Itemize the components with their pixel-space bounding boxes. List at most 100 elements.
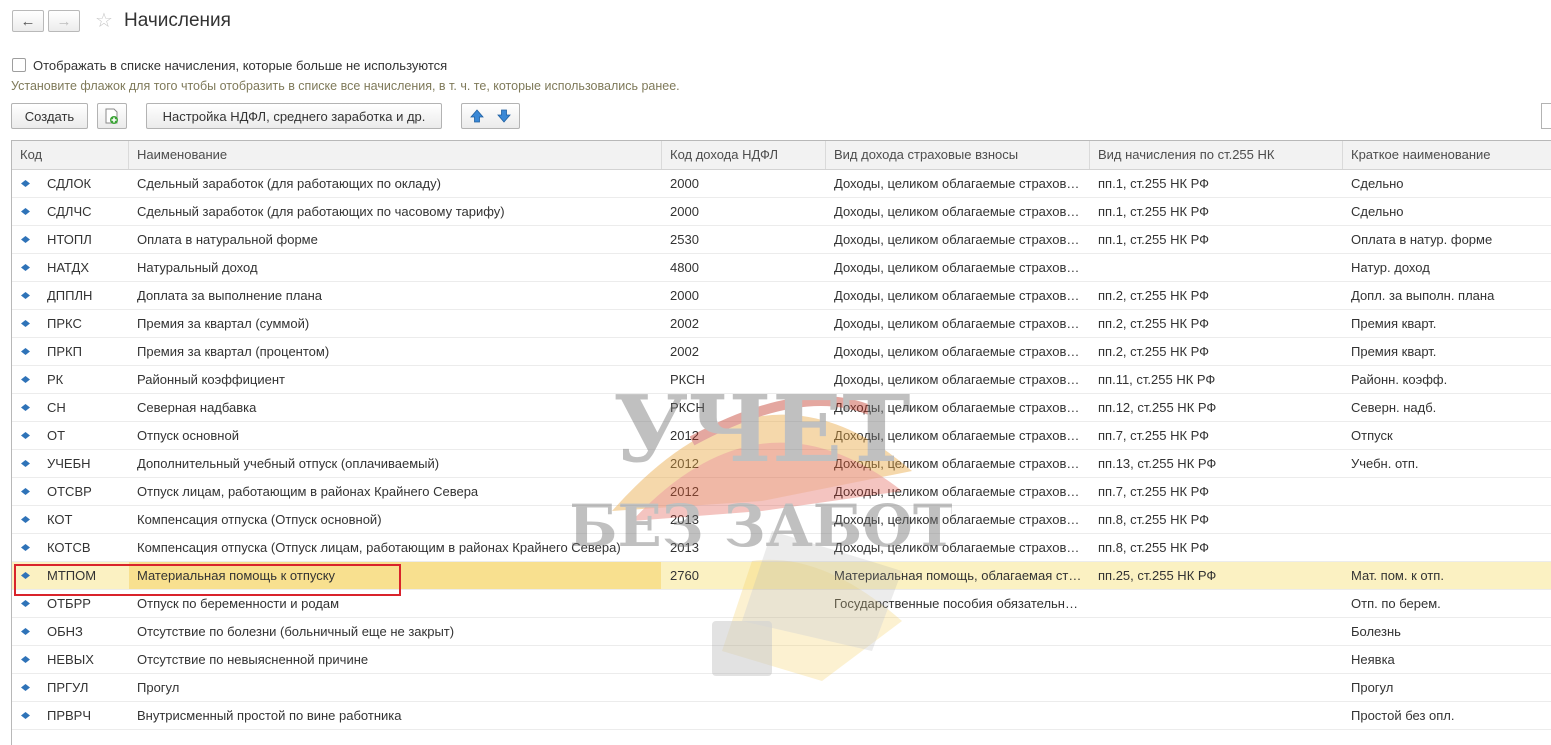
column-header-code[interactable]: Код bbox=[12, 141, 129, 169]
insurance-type-cell: Доходы, целиком облагаемые страховыми вз… bbox=[834, 372, 1090, 387]
column-header-ndfl-code[interactable]: Код дохода НДФЛ bbox=[662, 141, 826, 169]
code-cell: СДЛОК bbox=[47, 176, 92, 191]
short-name-cell: Оплата в натур. форме bbox=[1351, 232, 1493, 247]
row-marker-icon bbox=[21, 684, 30, 691]
row-marker-icon bbox=[21, 628, 30, 635]
move-down-button[interactable] bbox=[492, 106, 518, 126]
name-cell: Оплата в натуральной форме bbox=[137, 232, 318, 247]
table-row[interactable]: МТПОМ Материальная помощь к отпуску 2760 Ма… bbox=[12, 562, 1551, 590]
ndfl-code-cell: 2012 bbox=[670, 484, 699, 499]
row-marker-icon bbox=[21, 292, 30, 299]
article-255-cell bbox=[1090, 646, 1343, 673]
table-row[interactable]: ОТБРР Отпуск по беременности и родам Госуд… bbox=[12, 590, 1551, 618]
short-name-cell: Болезнь bbox=[1351, 624, 1401, 639]
name-cell: Отпуск лицам, работающим в районах Крайн… bbox=[137, 484, 479, 499]
row-marker-icon bbox=[21, 600, 30, 607]
code-cell: МТПОМ bbox=[47, 568, 97, 583]
name-cell: Внутрисменный простой по вине работника bbox=[137, 708, 402, 723]
row-marker-icon bbox=[21, 544, 30, 551]
article-255-cell: пп.13, ст.255 НК РФ bbox=[1098, 456, 1217, 471]
ndfl-code-cell bbox=[662, 590, 826, 617]
ndfl-code-cell: 2000 bbox=[670, 176, 699, 191]
arrow-down-icon bbox=[497, 109, 512, 123]
short-name-cell: Мат. пом. к отп. bbox=[1351, 568, 1444, 583]
forward-button[interactable]: → bbox=[48, 10, 80, 32]
create-button[interactable]: Создать bbox=[11, 103, 88, 129]
code-cell: ОТБРР bbox=[47, 596, 91, 611]
article-255-cell: пп.8, ст.255 НК РФ bbox=[1098, 540, 1210, 555]
article-255-cell bbox=[1090, 254, 1343, 281]
code-cell: НАТДХ bbox=[47, 260, 90, 275]
show-unused-label[interactable]: Отображать в списке начисления, которые … bbox=[33, 58, 447, 73]
move-up-button[interactable] bbox=[464, 106, 490, 126]
row-marker-icon bbox=[21, 460, 30, 467]
move-buttons bbox=[461, 103, 520, 129]
table-row[interactable]: КОТСВ Компенсация отпуска (Отпуск лицам, … bbox=[12, 534, 1551, 562]
short-name-cell: Отп. по берем. bbox=[1351, 596, 1441, 611]
ndfl-code-cell bbox=[662, 618, 826, 645]
table-row[interactable]: НАТДХ Натуральный доход 4800 Доходы, целико… bbox=[12, 254, 1551, 282]
code-cell: КОТ bbox=[47, 512, 73, 527]
table-row[interactable]: ОТСВР Отпуск лицам, работающим в районах … bbox=[12, 478, 1551, 506]
table-row[interactable]: ДППЛН Доплата за выполнение плана 2000 Дохо… bbox=[12, 282, 1551, 310]
article-255-cell bbox=[1090, 702, 1343, 729]
ndfl-code-cell: 2000 bbox=[670, 204, 699, 219]
row-marker-icon bbox=[21, 572, 30, 579]
article-255-cell: пп.1, ст.255 НК РФ bbox=[1098, 204, 1210, 219]
ndfl-settings-button[interactable]: Настройка НДФЛ, среднего заработка и др. bbox=[146, 103, 442, 129]
code-cell: КОТСВ bbox=[47, 540, 91, 555]
article-255-cell: пп.25, ст.255 НК РФ bbox=[1098, 568, 1217, 583]
copy-button[interactable] bbox=[97, 103, 127, 129]
table-row[interactable]: СДЛЧС Сдельный заработок (для работающих … bbox=[12, 198, 1551, 226]
table-row[interactable]: ОТ Отпуск основной 2012 Доходы, целиком обл… bbox=[12, 422, 1551, 450]
short-name-cell: Сдельно bbox=[1351, 204, 1404, 219]
row-marker-icon bbox=[21, 516, 30, 523]
column-header-short-name[interactable]: Краткое наименование bbox=[1343, 141, 1551, 169]
table-row[interactable]: СДЛОК Сдельный заработок (для работающих … bbox=[12, 170, 1551, 198]
back-button[interactable]: ← bbox=[12, 10, 44, 32]
table-row[interactable]: РК Районный коэффициент РКСН Доходы, целико… bbox=[12, 366, 1551, 394]
article-255-cell bbox=[1090, 674, 1343, 701]
table-row[interactable]: ОБНЗ Отсутствие по болезни (больничный ещ… bbox=[12, 618, 1551, 646]
column-header-name[interactable]: Наименование bbox=[129, 141, 662, 169]
ndfl-code-cell: 2530 bbox=[670, 232, 699, 247]
column-header-article-255[interactable]: Вид начисления по ст.255 НК bbox=[1090, 141, 1343, 169]
short-name-cell: Северн. надб. bbox=[1351, 400, 1437, 415]
row-marker-icon bbox=[21, 432, 30, 439]
short-name-cell: Районн. коэфф. bbox=[1351, 372, 1448, 387]
table-row[interactable]: НЕВЫХ Отсутствие по невыясненной причине Н… bbox=[12, 646, 1551, 674]
favorite-star-icon[interactable]: ☆ bbox=[95, 9, 113, 33]
table-row[interactable]: СН Северная надбавка РКСН Доходы, целиком о… bbox=[12, 394, 1551, 422]
article-255-cell: пп.1, ст.255 НК РФ bbox=[1098, 232, 1210, 247]
table-row[interactable]: КОТ Компенсация отпуска (Отпуск основной)… bbox=[12, 506, 1551, 534]
table-row[interactable]: ПРВРЧ Внутрисменный простой по вине работ… bbox=[12, 702, 1551, 730]
short-name-cell bbox=[1343, 506, 1551, 533]
table-row[interactable]: НТОПЛ Оплата в натуральной форме 2530 Доход… bbox=[12, 226, 1551, 254]
insurance-type-cell bbox=[826, 618, 1090, 645]
insurance-type-cell bbox=[826, 674, 1090, 701]
short-name-cell: Сдельно bbox=[1351, 176, 1404, 191]
insurance-type-cell: Доходы, целиком облагаемые страховыми вз… bbox=[834, 540, 1090, 555]
row-marker-icon bbox=[21, 488, 30, 495]
row-marker-icon bbox=[21, 348, 30, 355]
article-255-cell: пп.8, ст.255 НК РФ bbox=[1098, 512, 1210, 527]
table-row[interactable]: ПРГУЛ Прогул Прогул bbox=[12, 674, 1551, 702]
insurance-type-cell: Доходы, целиком облагаемые страховыми вз… bbox=[834, 316, 1090, 331]
show-unused-option[interactable]: Отображать в списке начисления, которые … bbox=[12, 56, 447, 74]
table-row[interactable]: УЧЕБН Дополнительный учебный отпуск (опла… bbox=[12, 450, 1551, 478]
ndfl-code-cell: РКСН bbox=[670, 400, 705, 415]
arrow-right-icon: → bbox=[56, 12, 72, 30]
article-255-cell bbox=[1090, 590, 1343, 617]
code-cell: ОТСВР bbox=[47, 484, 92, 499]
insurance-type-cell: Доходы, целиком облагаемые страховыми вз… bbox=[834, 456, 1090, 471]
ndfl-code-cell bbox=[662, 702, 826, 729]
show-unused-checkbox[interactable] bbox=[12, 58, 26, 72]
insurance-type-cell bbox=[826, 702, 1090, 729]
search-field[interactable] bbox=[1541, 103, 1551, 129]
table-row[interactable]: ПРКС Премия за квартал (суммой) 2002 Доходы… bbox=[12, 310, 1551, 338]
column-header-insurance-type[interactable]: Вид дохода страховые взносы bbox=[826, 141, 1090, 169]
article-255-cell: пп.2, ст.255 НК РФ bbox=[1098, 316, 1210, 331]
ndfl-code-cell: 4800 bbox=[670, 260, 699, 275]
insurance-type-cell: Доходы, целиком облагаемые страховыми вз… bbox=[834, 288, 1090, 303]
table-row[interactable]: ПРКП Премия за квартал (процентом) 2002 Дох… bbox=[12, 338, 1551, 366]
